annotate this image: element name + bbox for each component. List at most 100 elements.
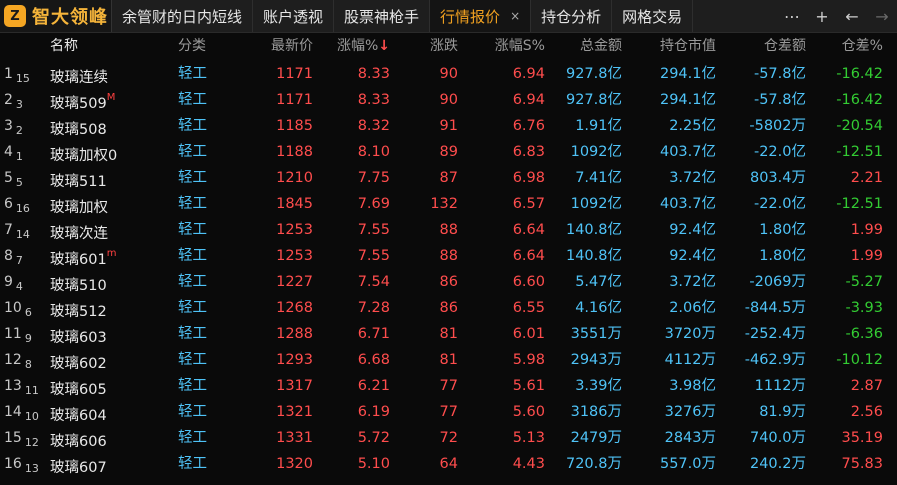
oi-change-pct: -12.51 [836, 196, 883, 212]
instrument-name[interactable]: 玻璃510 [50, 269, 170, 295]
total-amount: 7.41亿 [575, 170, 622, 186]
instrument-name[interactable]: 玻璃605 [50, 373, 170, 399]
table-row[interactable]: 4 1 玻璃加权0 轻工 1188 8.10 89 6.83 1092亿 403.7亿 -22.0亿… [0, 139, 897, 165]
total-amount: 3551万 [570, 326, 622, 342]
tab-grid-trading[interactable]: 网格交易 [612, 0, 694, 32]
col-header-change[interactable]: 涨跌 [398, 33, 458, 60]
instrument-name-label: 玻璃605 [50, 381, 107, 398]
instrument-name[interactable]: 玻璃606 [50, 425, 170, 451]
oi-change-pct: -20.54 [836, 118, 883, 134]
tab-stock-sniper[interactable]: 股票神枪手 [334, 0, 431, 32]
table-row[interactable]: 7 14 玻璃次连 轻工 1253 7.55 88 6.64 140.8亿 92.4亿 1.80亿 1… [0, 217, 897, 243]
change-pct: 8.10 [357, 144, 390, 160]
col-header-price[interactable]: 最新价 [240, 33, 313, 60]
table-row[interactable]: 5 5 玻璃511 轻工 1210 7.75 87 6.98 7.41亿 3.72亿 803.4万 2… [0, 165, 897, 191]
instrument-name[interactable]: 玻璃509M [50, 87, 170, 113]
tab-intraday[interactable]: 余管财的日内短线 [112, 0, 254, 32]
table-row[interactable]: 11 9 玻璃603 轻工 1288 6.71 81 6.01 3551万 3720万 -252.4… [0, 321, 897, 347]
main-contract-mark: m [106, 248, 117, 259]
col-header-change-pct[interactable]: 涨幅%↓ [318, 33, 390, 60]
change: 91 [439, 118, 458, 134]
instrument-name-label: 玻璃606 [50, 433, 107, 450]
amplitude: 6.60 [512, 274, 545, 290]
oi-diff: 740.0万 [749, 430, 806, 446]
change-pct: 6.21 [357, 378, 390, 394]
last-price: 1321 [276, 404, 313, 420]
instrument-name[interactable]: 玻璃512 [50, 295, 170, 321]
table-row[interactable]: 13 11 玻璃605 轻工 1317 6.21 77 5.61 3.39亿 3.98亿 1112万… [0, 373, 897, 399]
oi-diff: 81.9万 [759, 404, 806, 420]
col-header-oi-change[interactable]: 仓差% [812, 33, 883, 60]
instrument-name-label: 玻璃601 [50, 251, 107, 268]
col-header-amplitude[interactable]: 涨幅S% [470, 33, 545, 60]
last-price: 1227 [276, 274, 313, 290]
oi-diff: -5802万 [749, 118, 806, 134]
open-interest-value: 3.98亿 [669, 378, 716, 394]
row-number: 3 [4, 118, 13, 134]
col-header-name[interactable]: 名称 [50, 33, 170, 60]
amplitude: 5.13 [512, 430, 545, 446]
category: 轻工 [178, 92, 207, 108]
table-row[interactable]: 1 15 玻璃连续 轻工 1171 8.33 90 6.94 927.8亿 294.1亿 -57.8… [0, 61, 897, 87]
forward-arrow-icon[interactable]: → [867, 7, 897, 26]
row-sub-number: 11 [24, 384, 39, 397]
close-icon[interactable]: × [510, 9, 520, 23]
instrument-name[interactable]: 玻璃加权 [50, 191, 170, 217]
open-interest-value: 2.06亿 [669, 300, 716, 316]
oi-change-pct: 2.21 [850, 170, 883, 186]
change: 90 [439, 66, 458, 82]
tab-position-analysis[interactable]: 持仓分析 [531, 0, 613, 32]
oi-diff: 1112万 [754, 378, 806, 394]
col-header-category[interactable]: 分类 [178, 33, 228, 60]
more-icon[interactable]: ⋯ [777, 7, 807, 26]
row-sub-number: 3 [15, 98, 23, 111]
category: 轻工 [178, 274, 207, 290]
back-arrow-icon[interactable]: ← [837, 7, 867, 26]
table-row[interactable]: 6 16 玻璃加权 轻工 1845 7.69 132 6.57 1092亿 403.7亿 -22.0… [0, 191, 897, 217]
amplitude: 4.43 [512, 456, 545, 472]
instrument-name[interactable]: 玻璃连续 [50, 61, 170, 87]
row-number: 6 [4, 196, 13, 212]
table-row[interactable]: 14 10 玻璃604 轻工 1321 6.19 77 5.60 3186万 3276万 81.9万… [0, 399, 897, 425]
table-row[interactable]: 12 8 玻璃602 轻工 1293 6.68 81 5.98 2943万 4112万 -462.9… [0, 347, 897, 373]
amplitude: 5.98 [512, 352, 545, 368]
change-pct: 5.10 [357, 456, 390, 472]
instrument-name[interactable]: 玻璃508 [50, 113, 170, 139]
add-tab-icon[interactable]: + [807, 7, 837, 26]
col-header-oi-value[interactable]: 持仓市值 [630, 33, 716, 60]
oi-change-pct: -5.27 [845, 274, 883, 290]
instrument-name[interactable]: 玻璃次连 [50, 217, 170, 243]
oi-change-pct: -12.51 [836, 144, 883, 160]
table-row[interactable]: 16 13 玻璃607 轻工 1320 5.10 64 4.43 720.8万 557.0万 240… [0, 451, 897, 477]
tab-quotes[interactable]: 行情报价 × [430, 0, 532, 32]
table-row[interactable]: 15 12 玻璃606 轻工 1331 5.72 72 5.13 2479万 2843万 740.0… [0, 425, 897, 451]
instrument-name[interactable]: 玻璃603 [50, 321, 170, 347]
instrument-name-label: 玻璃加权0 [50, 147, 118, 164]
instrument-name[interactable]: 玻璃604 [50, 399, 170, 425]
instrument-name[interactable]: 玻璃加权0 [50, 139, 170, 165]
col-header-amount[interactable]: 总金额 [556, 33, 622, 60]
tab-account[interactable]: 账户透视 [253, 0, 335, 32]
table-row[interactable]: 10 6 玻璃512 轻工 1268 7.28 86 6.55 4.16亿 2.06亿 -844.5… [0, 295, 897, 321]
table-row[interactable]: 2 3 玻璃509M 轻工 1171 8.33 90 6.94 927.8亿 294.1亿 -57.… [0, 87, 897, 113]
table-row[interactable]: 9 4 玻璃510 轻工 1227 7.54 86 6.60 5.47亿 3.72亿 -2069万 -… [0, 269, 897, 295]
row-sub-number: 1 [15, 150, 23, 163]
row-sub-number: 10 [24, 410, 39, 423]
table-row[interactable]: 8 7 玻璃601m 轻工 1253 7.55 88 6.64 140.8亿 92.4亿 1.80亿… [0, 243, 897, 269]
total-amount: 927.8亿 [565, 66, 622, 82]
open-interest-value: 403.7亿 [659, 144, 716, 160]
row-index: 23 [4, 87, 44, 113]
row-sub-number: 6 [24, 306, 32, 319]
amplitude: 6.55 [512, 300, 545, 316]
last-price: 1268 [276, 300, 313, 316]
oi-change-pct: -6.36 [845, 326, 883, 342]
instrument-name[interactable]: 玻璃602 [50, 347, 170, 373]
change-pct: 5.72 [357, 430, 390, 446]
table-row[interactable]: 3 2 玻璃508 轻工 1185 8.32 91 6.76 1.91亿 2.25亿 -5802万 -… [0, 113, 897, 139]
oi-change-pct: 1.99 [850, 222, 883, 238]
instrument-name[interactable]: 玻璃607 [50, 451, 170, 477]
last-price: 1253 [276, 248, 313, 264]
instrument-name[interactable]: 玻璃601m [50, 243, 170, 269]
instrument-name[interactable]: 玻璃511 [50, 165, 170, 191]
col-header-oi-diff[interactable]: 仓差额 [724, 33, 806, 60]
